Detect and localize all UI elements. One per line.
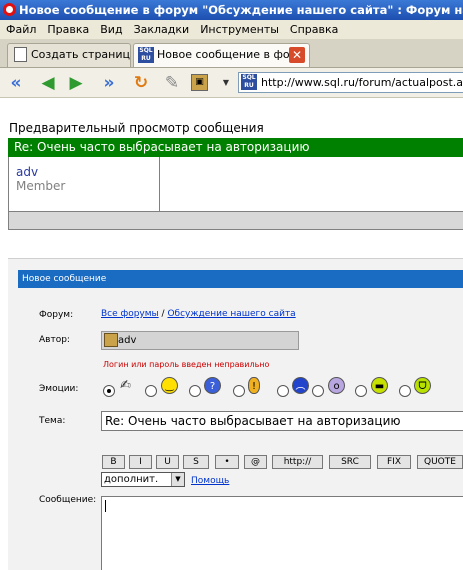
menu-file[interactable]: Файл — [0, 20, 41, 40]
quote-button[interactable]: QUOTE — [417, 455, 463, 469]
preview-footer — [9, 211, 463, 229]
strike-button[interactable]: S — [183, 455, 209, 469]
src-button[interactable]: SRC — [329, 455, 371, 469]
login-error-message: Логин или пароль введен неправильно — [103, 360, 270, 369]
address-text: http://www.sql.ru/forum/actualpost.aspx — [261, 76, 463, 89]
dropdown-icon[interactable]: ▼ — [216, 73, 236, 93]
fix-button[interactable]: FIX — [377, 455, 411, 469]
menu-bar: Файл Правка Вид Закладки Инструменты Справка — [0, 20, 463, 40]
forum-breadcrumb: Все форумы / Обсуждение нашего сайта — [101, 309, 296, 319]
message-label: Сообщение: — [39, 495, 97, 505]
underline-button[interactable]: U — [156, 455, 179, 469]
window-title-bar: Новое сообщение в форум "Обсуждение наше… — [0, 0, 463, 20]
menu-tools[interactable]: Инструменты — [194, 20, 284, 40]
select-value: дополнит. — [104, 474, 159, 485]
emotion-radio[interactable] — [233, 385, 245, 397]
preview-author-name[interactable]: adv — [16, 165, 38, 179]
forum-label: Форум: — [39, 310, 74, 320]
window-title: Новое сообщение в форум "Обсуждение наше… — [19, 3, 463, 17]
opera-logo-icon — [3, 3, 16, 16]
page-content: Предварительный просмотр сообщения Re: О… — [0, 98, 463, 570]
preview-message-box: adv Member — [8, 157, 463, 230]
bullet-button[interactable]: • — [215, 455, 239, 469]
bold-button[interactable]: B — [102, 455, 125, 469]
menu-help[interactable]: Справка — [284, 20, 343, 40]
breadcrumb-separator: / — [161, 309, 165, 319]
sad-face-icon: ︵ — [292, 377, 309, 394]
extra-tags-select[interactable]: дополнит. ▼ — [101, 472, 185, 487]
sqlru-favicon-icon: SQL RU — [138, 47, 154, 63]
subject-label: Тема: — [39, 416, 66, 426]
text-cursor — [105, 500, 106, 512]
emotion-radio[interactable] — [277, 385, 289, 397]
preview-subject: Re: Очень часто выбрасывает на авторизац… — [8, 138, 463, 157]
surprised-face-icon: o — [328, 377, 345, 394]
menu-view[interactable]: Вид — [94, 20, 127, 40]
edit-icon[interactable]: ✎ — [162, 73, 182, 93]
tab-new-page[interactable]: Создать страницу — [7, 43, 131, 67]
url-button[interactable]: http:// — [272, 455, 323, 469]
all-forums-link[interactable]: Все форумы — [101, 309, 159, 319]
back-icon[interactable]: ◀ — [38, 73, 58, 93]
subject-input[interactable]: Re: Очень часто выбрасывает на авторизац… — [101, 411, 463, 431]
panel-icon[interactable]: ▣ — [191, 74, 208, 91]
author-value: adv — [118, 335, 137, 346]
author-field[interactable]: adv — [101, 331, 299, 350]
current-forum-link[interactable]: Обсуждение нашего сайта — [167, 309, 295, 319]
tab-label: Новое сообщение в фо... — [157, 48, 301, 61]
fast-forward-icon[interactable]: » — [99, 73, 119, 93]
emotions-picker: ✍ ‿ ? ! ︵ o ▬ ᗜ — [101, 377, 463, 399]
close-tab-icon[interactable]: ✕ — [289, 47, 305, 63]
cool-face-icon: ▬ — [371, 377, 388, 394]
emotion-radio[interactable] — [145, 385, 157, 397]
emotion-radio[interactable] — [103, 385, 115, 397]
chevron-down-icon[interactable]: ▼ — [171, 473, 184, 486]
menu-bookmarks[interactable]: Закладки — [128, 20, 195, 40]
user-avatar-icon — [104, 333, 118, 347]
emotion-radio[interactable] — [399, 385, 411, 397]
grin-face-icon: ᗜ — [414, 377, 431, 394]
sqlru-favicon-icon: SQL RU — [241, 74, 257, 90]
smile-icon: ‿ — [161, 377, 178, 394]
preview-title: Предварительный просмотр сообщения — [9, 121, 264, 135]
reload-icon[interactable]: ↻ — [131, 73, 151, 93]
preview-author-cell: adv Member — [9, 157, 160, 211]
tab-new-message[interactable]: SQL RU Новое сообщение в фо... ✕ — [133, 43, 310, 67]
email-button[interactable]: @ — [244, 455, 267, 469]
tab-bar: Создать страницу SQL RU Новое сообщение в … — [0, 40, 463, 68]
emotion-radio[interactable] — [355, 385, 367, 397]
form-header: Новое сообщение — [18, 270, 463, 288]
italic-button[interactable]: I — [129, 455, 152, 469]
pencil-note-icon: ✍ — [120, 378, 131, 393]
exclamation-face-icon: ! — [248, 377, 260, 394]
tab-label: Создать страницу — [31, 48, 131, 61]
forward-icon[interactable]: ▶ — [66, 73, 86, 93]
emotions-label: Эмоции: — [39, 384, 79, 394]
author-label: Автор: — [39, 335, 70, 345]
menu-edit[interactable]: Правка — [41, 20, 94, 40]
document-icon — [14, 47, 27, 62]
help-link[interactable]: Помощь — [191, 476, 229, 486]
address-bar[interactable]: SQL RU http://www.sql.ru/forum/actualpost.… — [238, 72, 463, 93]
message-textarea[interactable] — [101, 496, 463, 570]
question-face-icon: ? — [204, 377, 221, 394]
emotion-radio[interactable] — [189, 385, 201, 397]
emotion-radio[interactable] — [312, 385, 324, 397]
navigation-bar: « ◀ ▶ » ↻ ✎ ▣ ▼ SQL RU http://www.sql.ru/f… — [0, 68, 463, 98]
rewind-icon[interactable]: « — [6, 73, 26, 93]
preview-author-role: Member — [16, 179, 66, 193]
